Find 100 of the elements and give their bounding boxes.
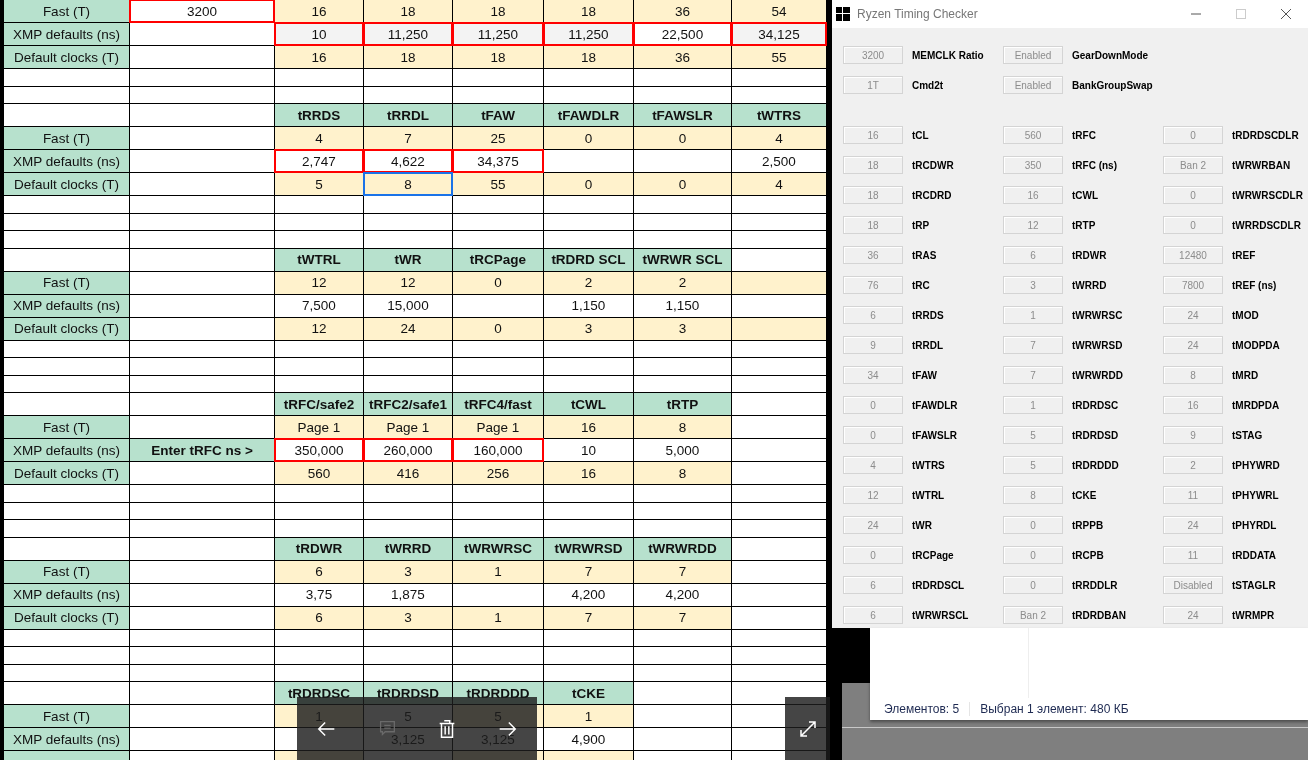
column-header[interactable]: tWRWR SCL	[634, 248, 731, 271]
table-cell[interactable]	[544, 358, 633, 375]
table-cell[interactable]	[732, 647, 826, 664]
table-cell[interactable]	[544, 86, 633, 103]
table-cell[interactable]	[130, 231, 274, 248]
row-label[interactable]: Fast (T)	[4, 705, 129, 727]
table-cell[interactable]: 10	[544, 439, 633, 461]
table-cell[interactable]	[732, 196, 826, 213]
table-cell[interactable]	[453, 502, 543, 519]
table-cell[interactable]: 7,500	[275, 294, 363, 317]
table-cell[interactable]	[4, 69, 129, 86]
table-cell[interactable]	[4, 537, 129, 560]
table-cell[interactable]	[732, 231, 826, 248]
table-cell[interactable]: 0	[634, 173, 731, 195]
table-cell[interactable]	[364, 664, 452, 681]
table-cell[interactable]	[364, 375, 452, 392]
table-cell[interactable]	[4, 664, 129, 681]
table-cell[interactable]	[364, 358, 452, 375]
table-cell[interactable]	[453, 358, 543, 375]
table-cell[interactable]: 0	[544, 173, 633, 195]
table-cell[interactable]	[4, 340, 129, 357]
table-cell[interactable]: Page 1	[453, 416, 543, 438]
row-label[interactable]: XMP defaults (ns)	[4, 583, 129, 606]
row-label[interactable]: Fast (T)	[4, 0, 129, 22]
table-cell[interactable]	[544, 231, 633, 248]
row-label[interactable]: Fast (T)	[4, 416, 129, 438]
table-cell[interactable]: 4	[732, 127, 826, 149]
table-cell[interactable]	[732, 340, 826, 357]
table-cell[interactable]	[130, 485, 274, 502]
table-cell[interactable]	[275, 502, 363, 519]
table-cell[interactable]: 10	[275, 23, 363, 45]
table-cell[interactable]	[130, 606, 274, 629]
table-cell[interactable]: 4	[275, 127, 363, 149]
table-cell[interactable]	[732, 294, 826, 317]
table-cell[interactable]: 3	[364, 606, 452, 629]
table-cell[interactable]: 18	[544, 46, 633, 68]
table-cell[interactable]	[130, 104, 274, 126]
table-cell[interactable]: 36	[634, 46, 731, 68]
column-header[interactable]: tWRWRSC	[453, 537, 543, 560]
table-cell[interactable]: 18	[364, 0, 452, 22]
table-cell[interactable]	[634, 728, 731, 750]
table-cell[interactable]	[364, 69, 452, 86]
table-cell[interactable]: 34,125	[732, 23, 826, 45]
table-cell[interactable]	[732, 439, 826, 461]
table-cell[interactable]	[732, 317, 826, 340]
column-header[interactable]: tFAWDLR	[544, 104, 633, 126]
table-cell[interactable]	[4, 682, 129, 704]
table-cell[interactable]: 1,150	[544, 294, 633, 317]
table-cell[interactable]	[275, 358, 363, 375]
table-cell[interactable]: 18	[364, 46, 452, 68]
table-cell[interactable]	[275, 664, 363, 681]
table-cell[interactable]: Page 1	[275, 416, 363, 438]
table-cell[interactable]	[130, 23, 274, 45]
column-header[interactable]: tWR	[364, 248, 452, 271]
table-cell[interactable]	[732, 462, 826, 484]
table-cell[interactable]: 8	[634, 416, 731, 438]
table-cell[interactable]: 0	[544, 127, 633, 149]
table-cell[interactable]	[4, 358, 129, 375]
table-cell[interactable]	[364, 629, 452, 646]
row-label[interactable]: XMP defaults (ns)	[4, 23, 129, 45]
table-cell[interactable]: 160,000	[453, 439, 543, 461]
table-cell[interactable]: 16	[544, 462, 633, 484]
table-cell[interactable]: 3	[544, 317, 633, 340]
table-cell[interactable]	[634, 705, 731, 727]
table-cell[interactable]	[4, 520, 129, 537]
table-cell[interactable]	[453, 294, 543, 317]
table-cell[interactable]: 1	[453, 560, 543, 583]
table-cell[interactable]	[453, 86, 543, 103]
table-cell[interactable]	[130, 86, 274, 103]
row-label[interactable]: Default clocks (T)	[4, 462, 129, 484]
table-cell[interactable]: 8	[634, 462, 731, 484]
table-cell[interactable]: 15,000	[364, 294, 452, 317]
table-cell[interactable]	[453, 375, 543, 392]
table-cell[interactable]	[364, 231, 452, 248]
table-cell[interactable]	[544, 150, 633, 172]
table-cell[interactable]: 350,000	[275, 439, 363, 461]
table-cell[interactable]	[732, 69, 826, 86]
table-cell[interactable]	[732, 393, 826, 415]
table-cell[interactable]: 18	[453, 46, 543, 68]
table-cell[interactable]	[130, 375, 274, 392]
table-cell[interactable]: 16	[275, 46, 363, 68]
table-cell[interactable]: 54	[732, 0, 826, 22]
table-cell[interactable]	[4, 629, 129, 646]
table-cell[interactable]	[544, 664, 633, 681]
table-cell[interactable]	[544, 520, 633, 537]
table-cell[interactable]: 4,622	[364, 150, 452, 172]
table-cell[interactable]: 5,000	[634, 439, 731, 461]
column-header[interactable]: tRTP	[634, 393, 731, 415]
table-cell[interactable]: 2	[634, 271, 731, 294]
column-header[interactable]: tWRWRSD	[544, 537, 633, 560]
table-cell[interactable]	[634, 231, 731, 248]
table-cell[interactable]	[544, 69, 633, 86]
table-cell[interactable]: 12	[364, 271, 452, 294]
table-cell[interactable]: 16	[544, 416, 633, 438]
table-cell[interactable]	[364, 485, 452, 502]
table-cell[interactable]	[4, 393, 129, 415]
table-cell[interactable]	[275, 231, 363, 248]
table-cell[interactable]	[453, 69, 543, 86]
table-cell[interactable]	[544, 340, 633, 357]
table-cell[interactable]: 4,200	[634, 583, 731, 606]
